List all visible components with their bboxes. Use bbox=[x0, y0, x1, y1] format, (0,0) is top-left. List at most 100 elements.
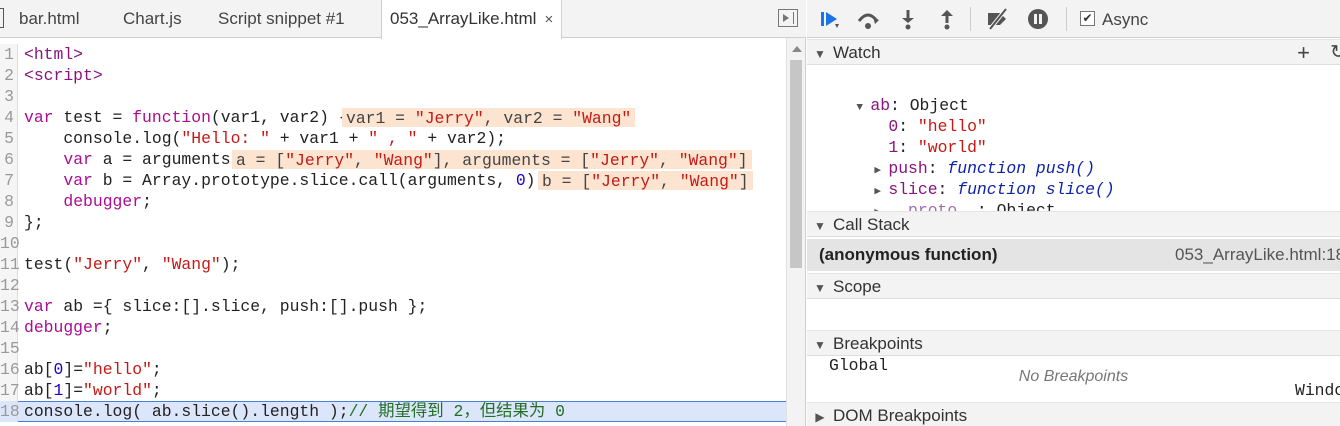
line-number[interactable]: 2 bbox=[0, 65, 18, 86]
dom-breakpoints-section-header[interactable]: ▶ DOM Breakpoints bbox=[807, 402, 1340, 426]
watch-property-proto[interactable]: ▶__proto__: Object bbox=[835, 179, 1055, 220]
code-line[interactable]: 16 ab[0]="hello"; bbox=[0, 359, 786, 380]
scroll-up-icon[interactable] bbox=[792, 46, 802, 52]
collapsed-triangle-icon: ▶ bbox=[815, 410, 825, 424]
line-number[interactable]: 17 bbox=[0, 380, 20, 401]
code-line[interactable]: 4 var test = function(var1, var2) {var1 =… bbox=[0, 107, 786, 128]
expand-triangle-icon: ▼ bbox=[814, 281, 826, 295]
code-line[interactable]: 11 test("Jerry", "Wang"); bbox=[0, 254, 786, 275]
line-number[interactable]: 13 bbox=[0, 296, 20, 317]
code-line-current[interactable]: 18 console.log( ab.slice().length );// 期望… bbox=[0, 401, 786, 422]
scope-section-header[interactable]: ▼ Scope bbox=[807, 273, 1340, 299]
watch-property-slice[interactable]: ▶ slice: function slice() bbox=[835, 158, 1114, 199]
navigator-toggle-icon[interactable] bbox=[0, 8, 4, 28]
scope-global[interactable]: ▶ Global Window bbox=[807, 303, 1340, 400]
refresh-icon[interactable]: ↻ bbox=[1330, 40, 1340, 66]
code-line[interactable]: 7 var b = Array.prototype.slice.call(arg… bbox=[0, 170, 786, 191]
line-number[interactable]: 7 bbox=[0, 170, 18, 191]
watch-expression-ab[interactable]: ▼ ab: Object bbox=[817, 74, 968, 115]
line-number[interactable]: 8 bbox=[0, 191, 18, 212]
breakpoints-title: Breakpoints bbox=[833, 334, 923, 353]
tab-script-snippet[interactable]: Script snippet #1 bbox=[218, 0, 345, 38]
line-number[interactable]: 12 bbox=[0, 275, 20, 296]
line-number[interactable]: 1 bbox=[0, 44, 18, 65]
tab-chart-js[interactable]: Chart.js bbox=[123, 0, 182, 38]
pause-on-exceptions-button[interactable] bbox=[1025, 7, 1051, 31]
tab-053-arraylike[interactable]: 053_ArrayLike.html × bbox=[381, 0, 563, 39]
code-line[interactable]: 10 bbox=[0, 233, 786, 254]
step-over-button[interactable] bbox=[855, 7, 881, 31]
tab-label: 053_ArrayLike.html bbox=[390, 9, 537, 28]
watch-property[interactable]: 0: "hello" bbox=[849, 95, 986, 136]
code-text: test("Jerry", "Wang"); bbox=[24, 255, 241, 274]
toggle-debugger-pane-icon[interactable] bbox=[778, 9, 798, 27]
line-number[interactable]: 9 bbox=[0, 212, 18, 233]
code-line[interactable]: 6 var a = arguments; a = ["Jerry", "Wang"… bbox=[0, 149, 786, 170]
resume-button[interactable] bbox=[817, 7, 843, 31]
dom-breakpoints-title: DOM Breakpoints bbox=[833, 406, 968, 425]
code-line[interactable]: 14 debugger; bbox=[0, 317, 786, 338]
call-stack-section-header[interactable]: ▼ Call Stack bbox=[807, 211, 1340, 237]
code-line[interactable]: 12 bbox=[0, 275, 786, 296]
toolbar-divider bbox=[970, 7, 971, 31]
code-text: ab[0]="hello"; bbox=[24, 360, 162, 379]
debugger-toolbar: ✔ Async bbox=[807, 0, 1340, 38]
watch-property-push[interactable]: ▶ push: function push() bbox=[835, 137, 1095, 178]
add-watch-icon[interactable]: + bbox=[1297, 40, 1310, 66]
code-line[interactable]: 2 <script> bbox=[0, 65, 786, 86]
code-line[interactable]: 13 var ab ={ slice:[].slice, push:[].push… bbox=[0, 296, 786, 317]
line-number[interactable]: 10 bbox=[0, 233, 20, 254]
code-text: console.log("Hello: " + var1 + " , " + v… bbox=[24, 129, 507, 148]
code-line[interactable]: 5 console.log("Hello: " + var1 + " , " +… bbox=[0, 128, 786, 149]
inline-variable-value: a = ["Jerry", "Wang"], arguments = ["Jer… bbox=[232, 150, 752, 170]
code-text: var b = Array.prototype.slice.call(argum… bbox=[63, 171, 546, 190]
code-line[interactable]: 17 ab[1]="world"; bbox=[0, 380, 786, 401]
code-line[interactable]: 3 bbox=[0, 86, 786, 107]
breakpoints-section-header[interactable]: ▼ Breakpoints bbox=[807, 330, 1340, 356]
line-number[interactable]: 5 bbox=[0, 128, 18, 149]
code-text: debugger; bbox=[24, 318, 113, 337]
code-editor[interactable]: 1 <html> 2 <script> 3 4 var test = function(va… bbox=[0, 38, 786, 426]
async-checkbox[interactable]: ✔ bbox=[1080, 11, 1095, 26]
step-out-icon bbox=[941, 10, 953, 30]
line-number[interactable]: 18 bbox=[0, 401, 20, 422]
code-text: var test = function(var1, var2) { bbox=[24, 108, 349, 127]
scrollbar-thumb[interactable] bbox=[790, 60, 802, 268]
line-number[interactable]: 16 bbox=[0, 359, 20, 380]
editor-scrollbar[interactable] bbox=[786, 38, 805, 426]
code-line[interactable]: 9}; bbox=[0, 212, 786, 233]
source-panel: bar.html Chart.js Script snippet #1 053_… bbox=[0, 0, 806, 426]
no-breakpoints-message: No Breakpoints bbox=[1018, 368, 1129, 385]
watch-section-header[interactable]: ▼ Watch + ↻ bbox=[807, 39, 1340, 65]
line-number[interactable]: 11 bbox=[0, 254, 20, 275]
code-text: ab[1]="world"; bbox=[24, 381, 162, 400]
call-stack-title: Call Stack bbox=[833, 215, 910, 234]
code-text: }; bbox=[24, 213, 44, 232]
line-number[interactable]: 14 bbox=[0, 317, 20, 338]
expand-triangle-icon: ▼ bbox=[814, 338, 826, 352]
line-number[interactable]: 15 bbox=[0, 338, 20, 359]
code-text: var ab ={ slice:[].slice, push:[].push }… bbox=[24, 297, 428, 316]
expand-triangle-icon: ▼ bbox=[814, 47, 826, 61]
code-line[interactable]: 8 debugger; bbox=[0, 191, 786, 212]
step-into-icon bbox=[902, 10, 914, 30]
deactivate-breakpoints-button[interactable] bbox=[984, 7, 1010, 31]
step-out-button[interactable] bbox=[934, 7, 960, 31]
code-text: console.log( ab.slice().length );// 期望得到… bbox=[24, 402, 565, 421]
call-frame-function: (anonymous function) bbox=[819, 245, 998, 264]
call-frame[interactable]: (anonymous function) 053_ArrayLike.html:… bbox=[807, 239, 1340, 271]
line-number[interactable]: 4 bbox=[0, 107, 18, 128]
inline-variable-value: var1 = "Jerry", var2 = "Wang" bbox=[342, 108, 636, 128]
code-line[interactable]: 15 bbox=[0, 338, 786, 359]
debugger-sidebar: ✔ Async ▼ Watch + ↻ ▼ ab: Object 0: "hello… bbox=[807, 0, 1340, 426]
line-number[interactable]: 3 bbox=[0, 86, 18, 107]
step-over-icon bbox=[857, 13, 879, 29]
call-frame-location[interactable]: 053_ArrayLike.html:18 bbox=[1175, 239, 1340, 271]
line-number[interactable]: 6 bbox=[0, 149, 18, 170]
breakpoint-deactivate-icon bbox=[988, 7, 1008, 31]
tab-bar-html[interactable]: bar.html bbox=[19, 0, 79, 38]
close-icon[interactable]: × bbox=[544, 1, 553, 39]
watch-property[interactable]: 1: "world" bbox=[849, 116, 986, 157]
code-line[interactable]: 1 <html> bbox=[0, 44, 786, 65]
step-into-button[interactable] bbox=[895, 7, 921, 31]
